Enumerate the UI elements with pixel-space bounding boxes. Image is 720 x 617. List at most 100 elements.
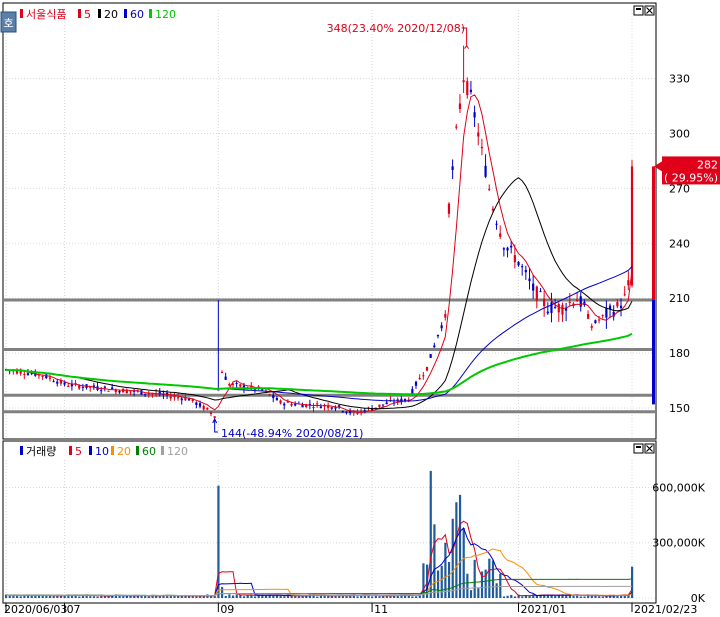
volume-bar bbox=[528, 596, 531, 598]
volume-bar bbox=[330, 596, 334, 598]
candle-body bbox=[52, 381, 55, 383]
candle-body bbox=[532, 283, 535, 291]
volume-bar bbox=[440, 565, 443, 598]
candle-body bbox=[619, 305, 623, 309]
candle-body bbox=[272, 395, 275, 399]
volume-bar bbox=[290, 596, 293, 598]
low-annotation-label: 144(-48.94% 2020/08/21) bbox=[221, 427, 363, 440]
volume-title: 거래량 bbox=[26, 445, 56, 458]
candle-body bbox=[543, 298, 546, 307]
volume-tick-label: 300,000K bbox=[652, 537, 705, 550]
volume-bar bbox=[213, 596, 216, 598]
candle-body bbox=[202, 405, 205, 410]
candle-body bbox=[224, 376, 227, 380]
candle-body bbox=[554, 306, 557, 308]
volume-bar bbox=[601, 596, 604, 598]
candle-body bbox=[568, 301, 571, 303]
volume-bar bbox=[147, 596, 150, 598]
volume-panel-close-button[interactable] bbox=[644, 443, 655, 454]
price-tick-label: 330 bbox=[669, 73, 690, 86]
volume-bar bbox=[92, 596, 96, 598]
candle-body bbox=[488, 188, 491, 190]
volume-bar bbox=[231, 595, 235, 598]
candle-body bbox=[506, 247, 509, 251]
volume-bar bbox=[356, 596, 359, 598]
candle-body bbox=[118, 390, 121, 393]
candle-body bbox=[425, 366, 429, 371]
volume-bar bbox=[195, 596, 198, 598]
candle-body bbox=[466, 81, 469, 96]
vlegend-60: 60 bbox=[142, 445, 156, 458]
vlegend-10: 10 bbox=[95, 445, 109, 458]
legend-ma20: 20 bbox=[104, 8, 118, 21]
price-panel-close-button[interactable] bbox=[644, 5, 655, 16]
candle-body bbox=[528, 278, 531, 282]
volume-bar bbox=[455, 502, 458, 598]
candle-body bbox=[56, 381, 59, 384]
volume-bar bbox=[521, 596, 524, 598]
candle-body bbox=[63, 382, 66, 385]
volume-bar bbox=[242, 596, 246, 598]
date-label: 07 bbox=[67, 603, 81, 616]
candle-body bbox=[283, 403, 286, 406]
volume-bar bbox=[144, 595, 147, 598]
price-tick-label: 240 bbox=[669, 237, 690, 250]
volume-bar bbox=[510, 594, 513, 598]
candle-body bbox=[341, 411, 344, 413]
price-tick-label: 210 bbox=[669, 292, 690, 305]
candle-body bbox=[535, 286, 538, 301]
candle-body bbox=[268, 394, 271, 396]
volume-bar bbox=[458, 494, 462, 598]
range-bar-down bbox=[652, 300, 655, 405]
volume-bar bbox=[499, 573, 502, 598]
price-tick-label: 150 bbox=[669, 402, 690, 415]
current-price-label: 282 bbox=[697, 158, 718, 171]
vlegend-120: 120 bbox=[167, 445, 188, 458]
volume-bar bbox=[473, 559, 476, 598]
candle-body bbox=[180, 398, 183, 401]
candle-body bbox=[81, 386, 84, 388]
corner-icon[interactable]: 호 bbox=[0, 11, 17, 33]
candle-body bbox=[334, 407, 337, 409]
volume-bar bbox=[469, 590, 473, 598]
candle-body bbox=[294, 403, 297, 406]
candle-body bbox=[41, 375, 44, 377]
candle-body bbox=[187, 398, 191, 401]
candle-body bbox=[67, 385, 70, 387]
price-title: 서울식품 bbox=[26, 8, 66, 21]
candle-body bbox=[103, 386, 106, 388]
candle-body bbox=[275, 397, 279, 401]
volume-bar bbox=[30, 595, 33, 598]
volume-bar bbox=[8, 595, 11, 598]
price-panel-maximize-button[interactable] bbox=[633, 5, 644, 16]
candle-body bbox=[447, 203, 451, 214]
volume-bar bbox=[502, 596, 506, 598]
volume-bar bbox=[158, 595, 161, 598]
candle-body bbox=[144, 393, 147, 395]
candle-body bbox=[627, 280, 630, 286]
candle-body bbox=[176, 397, 180, 399]
volume-panel-maximize-button[interactable] bbox=[633, 443, 644, 454]
candle-body bbox=[502, 248, 505, 250]
volume-bar bbox=[415, 596, 418, 598]
volume-bar bbox=[513, 596, 517, 598]
candle-body bbox=[111, 387, 114, 390]
candle-body bbox=[561, 304, 564, 315]
volume-bar bbox=[491, 560, 495, 598]
candle-body bbox=[539, 291, 542, 293]
volume-bar bbox=[89, 596, 92, 598]
candle-body bbox=[239, 384, 242, 387]
candle-body bbox=[510, 245, 513, 248]
candle-body bbox=[385, 402, 388, 405]
candle-body bbox=[495, 223, 498, 225]
candle-body bbox=[220, 371, 224, 373]
candle-body bbox=[26, 373, 30, 375]
candle-body bbox=[575, 299, 579, 302]
candle-body bbox=[546, 311, 549, 314]
candle-body bbox=[378, 404, 381, 407]
candle-body bbox=[198, 403, 202, 407]
candle-body bbox=[279, 400, 282, 404]
volume-bar bbox=[411, 596, 414, 598]
volume-bar bbox=[173, 596, 176, 598]
candle-body bbox=[579, 296, 582, 307]
